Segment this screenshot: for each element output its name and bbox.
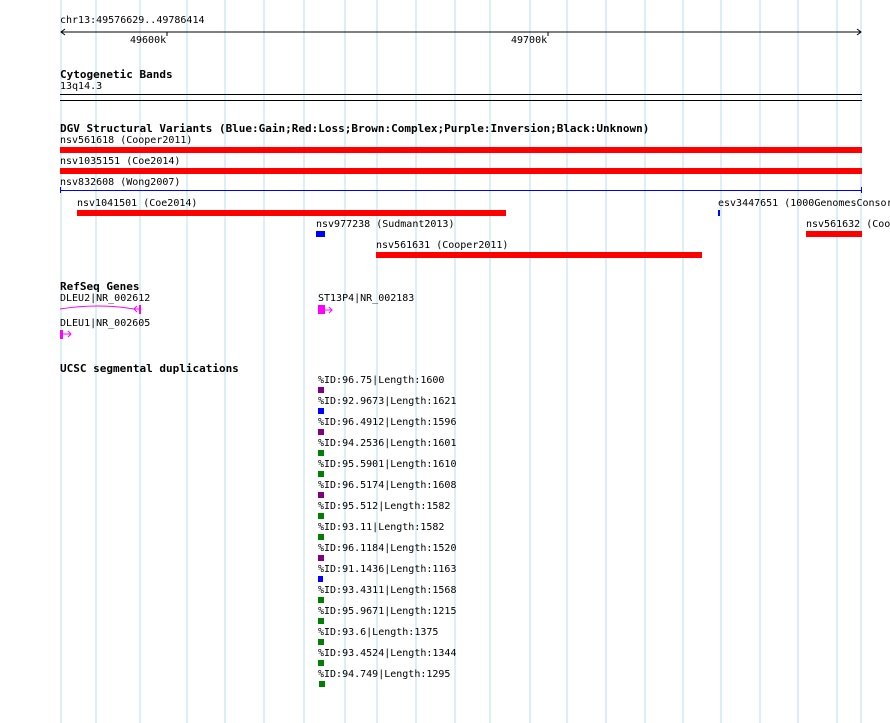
segdup-label: %ID:96.4912|Length:1596: [318, 417, 457, 428]
segdup-label: %ID:95.5901|Length:1610: [318, 459, 457, 470]
variant-label: nsv1041501 (Coe2014): [77, 198, 198, 209]
segdup-bar[interactable]: [318, 450, 324, 456]
segdup-label: %ID:96.5174|Length:1608: [318, 480, 457, 491]
segdup-bar[interactable]: [318, 471, 324, 477]
variant-label: nsv977238 (Sudmant2013): [316, 219, 455, 230]
segdup-bar[interactable]: [318, 429, 324, 435]
gene-model[interactable]: [316, 304, 336, 316]
dgv-track-title: DGV Structural Variants (Blue:Gain;Red:L…: [60, 122, 650, 135]
refseq-track-title: RefSeq Genes: [60, 280, 140, 293]
segdup-bar[interactable]: [319, 681, 325, 687]
segdup-bar[interactable]: [318, 534, 324, 540]
cytoband-outline-top: [60, 94, 862, 95]
variant-label: nsv561632 (Cooper2011): [806, 219, 890, 230]
variant-label: nsv832608 (Wong2007): [60, 177, 181, 188]
segdup-label: %ID:96.1184|Length:1520: [318, 543, 457, 554]
cytoband-outline-bottom: [60, 100, 862, 101]
segdup-bar[interactable]: [318, 618, 324, 624]
variant-bar[interactable]: [316, 231, 325, 237]
variant-label: nsv561618 (Cooper2011): [60, 135, 193, 146]
segdup-label: %ID:91.1436|Length:1163: [318, 564, 457, 575]
gene-model[interactable]: [58, 329, 76, 341]
variant-bar[interactable]: [60, 147, 862, 153]
segdup-bar[interactable]: [318, 576, 323, 582]
variant-bar[interactable]: [60, 190, 862, 191]
segdup-label: %ID:92.9673|Length:1621: [318, 396, 457, 407]
segdup-label: %ID:93.6|Length:1375: [318, 627, 439, 638]
segdup-label: %ID:95.512|Length:1582: [318, 501, 451, 512]
segdup-bar[interactable]: [318, 513, 324, 519]
segdup-label: %ID:93.4311|Length:1568: [318, 585, 457, 596]
segdup-bar[interactable]: [318, 555, 324, 561]
segdup-bar[interactable]: [318, 492, 324, 498]
segdup-label: %ID:93.11|Length:1582: [318, 522, 445, 533]
segdup-bar[interactable]: [318, 660, 324, 666]
variant-bar[interactable]: [718, 210, 720, 216]
segdup-bar[interactable]: [318, 387, 324, 393]
segdup-label: %ID:95.9671|Length:1215: [318, 606, 457, 617]
cytoband-label: 13q14.3: [60, 81, 103, 92]
variant-bar[interactable]: [806, 231, 862, 237]
segdup-track-title: UCSC segmental duplications: [60, 362, 239, 375]
genome-browser: chr13:49576629..49786414 49600k 49700k C…: [0, 0, 890, 723]
variant-bar[interactable]: [376, 252, 702, 258]
segdup-label: %ID:93.4524|Length:1344: [318, 648, 457, 659]
segdup-bar[interactable]: [318, 408, 324, 414]
region-label: chr13:49576629..49786414: [60, 15, 205, 26]
variant-label: nsv1035151 (Coe2014): [60, 156, 181, 167]
segdup-label: %ID:96.75|Length:1600: [318, 375, 445, 386]
ruler-axis: [60, 28, 862, 36]
variant-bar-end: [861, 187, 862, 193]
segdup-label: %ID:94.2536|Length:1601: [318, 438, 457, 449]
variant-bar[interactable]: [77, 210, 506, 216]
segdup-bar[interactable]: [318, 597, 324, 603]
cytoband-track-title: Cytogenetic Bands: [60, 68, 173, 81]
variant-bar[interactable]: [60, 168, 862, 174]
ruler-tick-label: 49600k: [130, 35, 167, 46]
ruler-tick-label: 49700k: [511, 35, 548, 46]
variant-label: nsv561631 (Cooper2011): [376, 240, 509, 251]
segdup-bar[interactable]: [318, 639, 324, 645]
variant-bar-end: [60, 187, 61, 193]
segdup-label: %ID:94.749|Length:1295: [318, 669, 451, 680]
variant-label: esv3447651 (1000GenomesConsortiumPilotPr…: [718, 198, 890, 209]
gene-model[interactable]: [58, 302, 154, 318]
